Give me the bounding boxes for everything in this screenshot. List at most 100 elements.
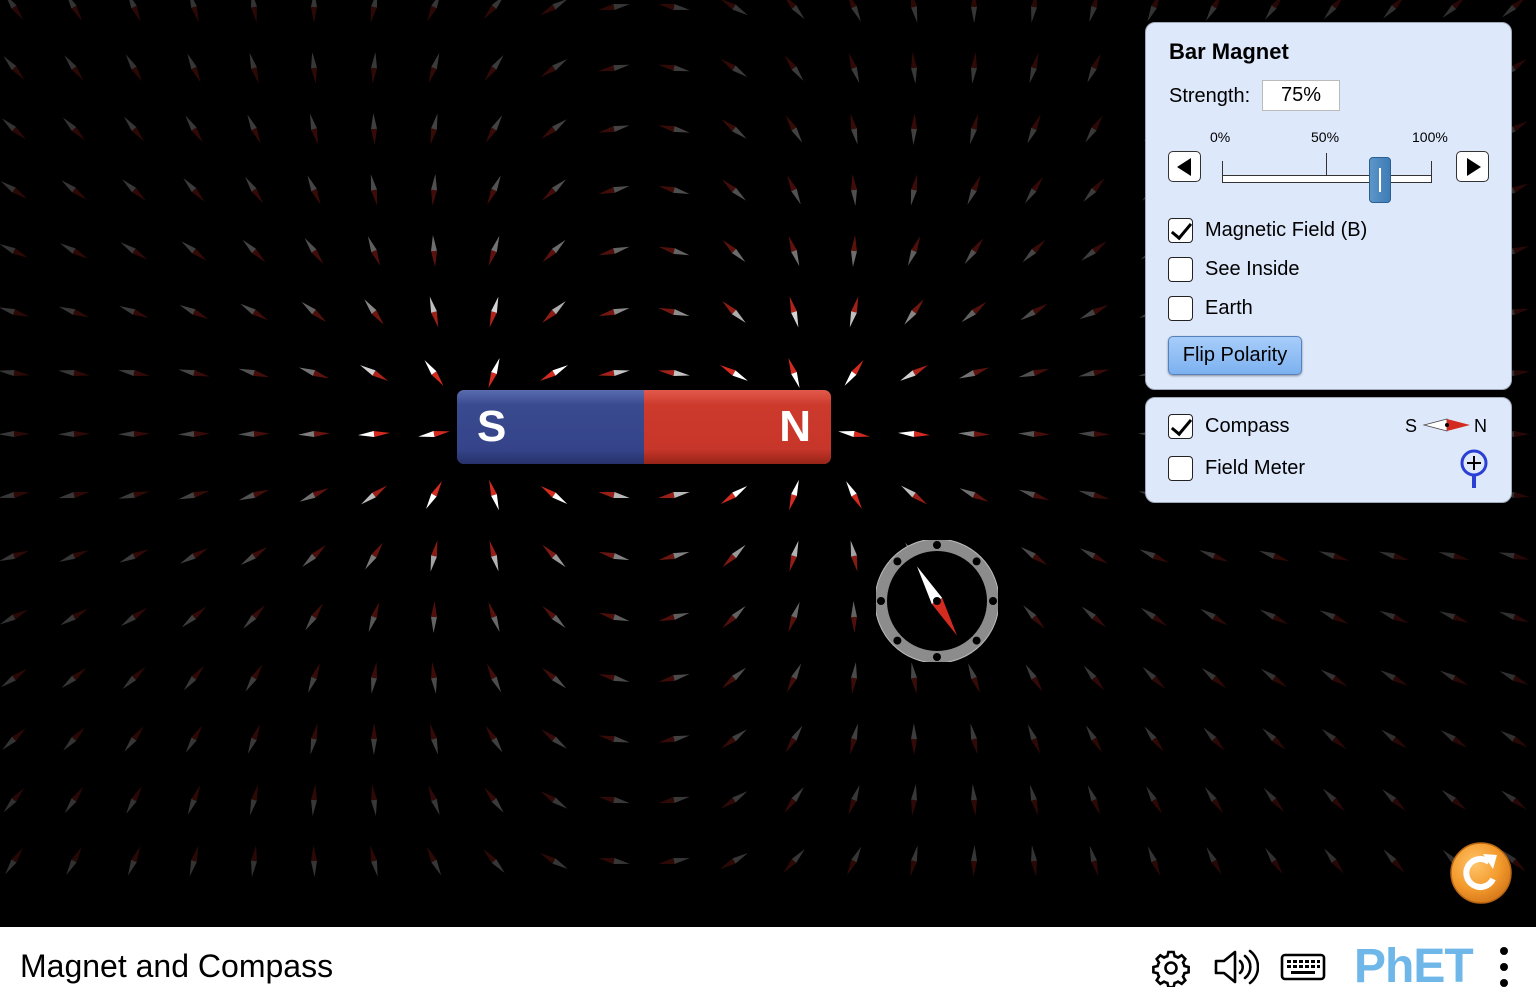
field-needle [971, 845, 977, 877]
field-needle [541, 119, 567, 139]
field-meter-checkbox-row[interactable]: Field Meter [1168, 455, 1305, 481]
panel-title: Bar Magnet [1169, 39, 1289, 64]
field-needle [1382, 789, 1406, 811]
magnetic-field-checkbox-row[interactable]: Magnetic Field (B) [1168, 217, 1367, 243]
field-needle [1146, 786, 1162, 814]
field-needle [122, 666, 146, 690]
field-needle [178, 431, 210, 437]
field-needle [1438, 552, 1470, 560]
field-needle [1383, 0, 1405, 19]
field-needle [127, 0, 141, 22]
see-inside-checkbox-row[interactable]: See Inside [1168, 256, 1300, 282]
field-needle [1031, 845, 1037, 877]
field-needle [430, 113, 438, 145]
field-needle [66, 846, 82, 876]
field-needle [658, 125, 690, 133]
field-needle [1321, 728, 1347, 750]
see-inside-checkbox[interactable] [1168, 256, 1193, 282]
field-needle [658, 308, 690, 316]
strength-slider-thumb[interactable] [1368, 157, 1391, 203]
field-needle [0, 609, 29, 625]
field-needle [485, 115, 503, 143]
sim-title: Magnet and Compass [20, 948, 334, 984]
field-needle [1500, 730, 1528, 748]
field-needle [183, 665, 205, 691]
field-needle [542, 544, 566, 568]
field-meter-checkbox[interactable] [1168, 455, 1193, 481]
field-needle [3, 787, 25, 813]
field-needle [658, 4, 690, 10]
field-needle [181, 241, 207, 261]
field-needle [431, 174, 437, 206]
field-needle [65, 0, 83, 21]
field-needle [2, 728, 26, 750]
field-needle [63, 727, 85, 751]
menu-icon[interactable] [1497, 947, 1511, 987]
field-needle [850, 723, 858, 755]
field-needle [1083, 665, 1105, 691]
strength-readout: 75% [1262, 80, 1340, 111]
compass-checkbox[interactable] [1168, 413, 1193, 439]
strength-label: Strength: [1169, 85, 1251, 107]
field-needle [851, 662, 857, 694]
earth-checkbox[interactable] [1168, 295, 1193, 321]
field-needle [1078, 369, 1110, 377]
decrease-strength-button[interactable] [1168, 151, 1201, 182]
field-needle [848, 52, 860, 84]
field-needle [720, 485, 748, 505]
field-needle [1087, 785, 1101, 815]
field-needle [251, 845, 257, 877]
field-needle [1083, 178, 1105, 202]
field-needle [488, 235, 500, 267]
field-needle [911, 784, 917, 816]
field-needle [59, 550, 89, 562]
field-needle [904, 299, 924, 325]
magnetic-field-checkbox[interactable] [1168, 217, 1193, 243]
reset-all-button[interactable] [1449, 841, 1513, 905]
south-pole-label: S [477, 402, 507, 451]
field-needle [187, 785, 201, 815]
field-needle [247, 724, 261, 754]
field-needle [307, 175, 321, 205]
strength-slider-track[interactable] [1222, 175, 1432, 183]
field-needle [1324, 848, 1344, 874]
field-needle [598, 492, 630, 498]
field-needle [658, 612, 690, 622]
increase-strength-button[interactable] [1456, 151, 1489, 182]
compass[interactable] [876, 540, 998, 662]
field-needle [183, 178, 205, 202]
field-needle [961, 301, 987, 323]
field-needle [309, 113, 319, 145]
field-needle [304, 238, 324, 264]
sound-icon[interactable] [1213, 947, 1259, 987]
field-needle [1089, 845, 1099, 877]
gear-icon[interactable] [1152, 949, 1190, 987]
field-needle [783, 849, 805, 873]
field-needle [487, 175, 501, 205]
field-needle [1441, 789, 1467, 811]
field-needle [598, 796, 630, 804]
field-needle [598, 4, 630, 10]
bar-magnet[interactable]: S N [457, 390, 831, 464]
phet-logo[interactable]: PhET [1354, 938, 1474, 996]
field-needle [1087, 53, 1101, 83]
field-needle [1501, 0, 1527, 18]
field-needle [368, 601, 380, 633]
field-needle [60, 608, 88, 626]
field-needle [185, 115, 203, 143]
field-needle [305, 603, 323, 631]
earth-checkbox-row[interactable]: Earth [1168, 295, 1253, 321]
field-needle [658, 735, 690, 743]
compass-checkbox-row[interactable]: Compass [1168, 413, 1289, 439]
field-meter-probe-icon[interactable] [1459, 448, 1489, 490]
flip-polarity-button[interactable]: Flip Polarity [1168, 336, 1302, 375]
field-needle [365, 542, 383, 570]
field-needle [784, 55, 804, 81]
field-needle [118, 491, 150, 499]
field-needle [910, 0, 918, 23]
field-needle [540, 59, 568, 77]
keyboard-icon[interactable] [1280, 951, 1326, 983]
field-needle [722, 605, 746, 629]
field-needle [311, 845, 317, 877]
field-needle [658, 370, 690, 376]
